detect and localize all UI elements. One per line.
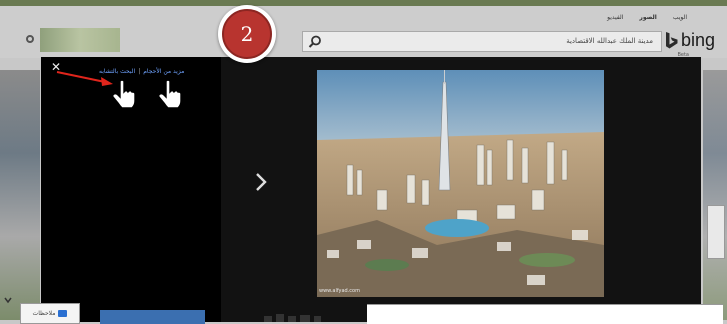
chevron-down-icon[interactable]: [4, 296, 12, 304]
feedback-label: ملاحظات: [32, 310, 56, 317]
bing-header: الويب الصور الفيديو مدينة الملك عبدالله …: [0, 6, 727, 58]
annotation-arrow-icon: [56, 71, 113, 86]
image-watermark: www.alfyad.com: [319, 288, 360, 294]
bing-mark-icon: [664, 31, 679, 50]
header-thumbnail: [40, 28, 120, 52]
more-sizes-link[interactable]: مزيد من الأحجام: [143, 68, 184, 75]
nav-web[interactable]: الويب: [673, 14, 687, 21]
nav-links: الويب الصور الفيديو: [607, 14, 687, 21]
settings-icon[interactable]: [26, 35, 34, 43]
results-strip-right: [703, 70, 727, 320]
bottom-text-fragment: [264, 314, 321, 322]
search-icon[interactable]: [307, 34, 323, 50]
step-number: 2: [222, 9, 272, 59]
link-separator: |: [138, 68, 141, 75]
city-aerial-image[interactable]: www.alfyad.com: [317, 70, 604, 297]
overlay-side-panel: ✕ مزيد من الأحجام | البحث بالتشابه: [41, 57, 221, 322]
next-image-icon[interactable]: [253, 171, 269, 193]
search-query: مدينة الملك عبدالله الاقتصادية: [566, 37, 653, 45]
search-input[interactable]: مدينة الملك عبدالله الاقتصادية: [302, 31, 662, 52]
bottom-search-area: [367, 304, 723, 324]
speech-bubble-icon: [58, 310, 68, 317]
nav-images[interactable]: الصور: [639, 14, 656, 21]
results-strip-left: [0, 70, 40, 320]
right-edge-panel: [707, 205, 725, 259]
bottom-left-thumbnail: [100, 310, 205, 324]
pointer-hand-icon: [111, 79, 137, 109]
nav-video[interactable]: الفيديو: [607, 14, 623, 21]
pointer-hand-icon: [157, 79, 183, 109]
image-detail-overlay: ✕ مزيد من الأحجام | البحث بالتشابه www.a…: [41, 57, 701, 322]
feedback-button[interactable]: ملاحظات: [20, 303, 80, 324]
bing-wordmark: bing: [680, 30, 715, 50]
step-number-badge: 2: [218, 5, 276, 63]
bing-logo[interactable]: bing: [664, 30, 715, 51]
